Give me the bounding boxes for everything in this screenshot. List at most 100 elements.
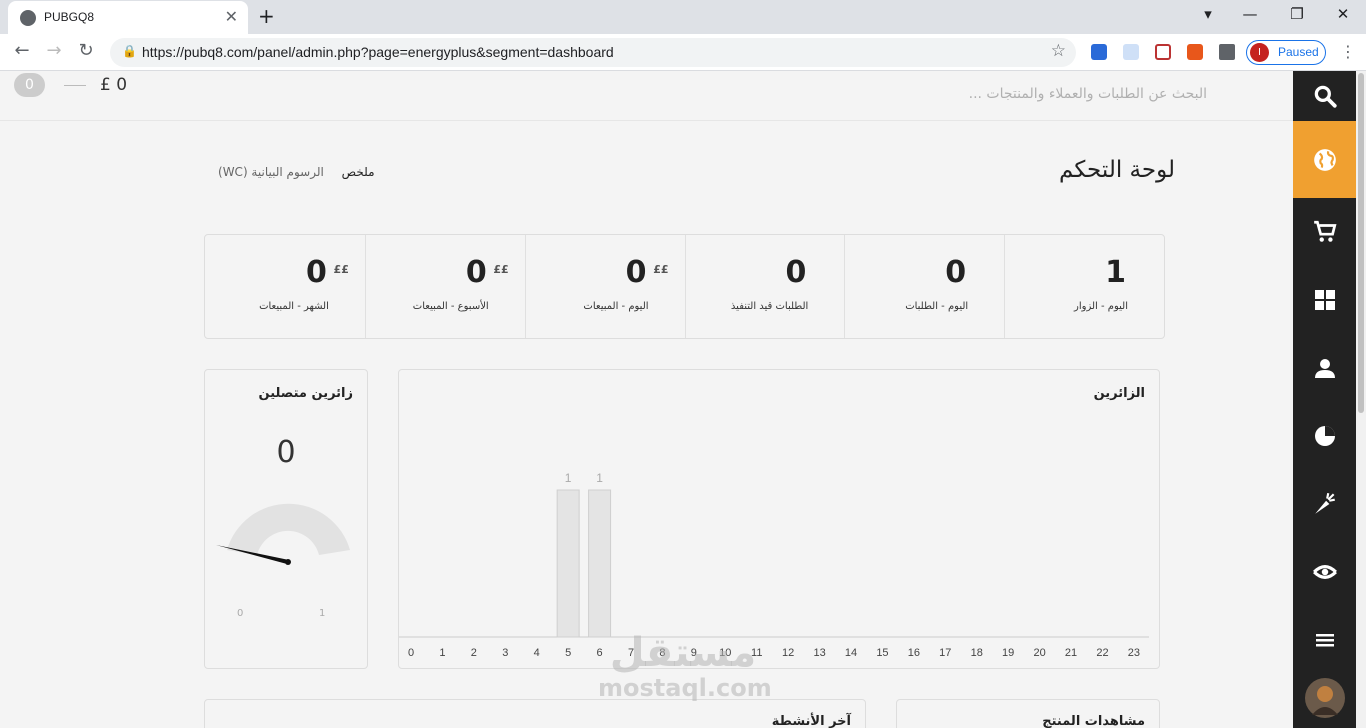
- pie-chart-icon[interactable]: [1293, 402, 1356, 470]
- x-tick-label: 21: [1065, 647, 1077, 659]
- stat-value: 0: [625, 255, 647, 290]
- stat-value: 0: [945, 255, 967, 290]
- x-tick-label: 6: [597, 647, 603, 659]
- search-icon[interactable]: [1293, 71, 1356, 121]
- stat-caption: الشهر - المبيعات: [259, 301, 329, 312]
- card-title: زائرين متصلين: [258, 386, 354, 401]
- grid-icon[interactable]: [1293, 266, 1356, 334]
- forward-icon[interactable]: →: [42, 40, 66, 61]
- x-tick-label: 0: [408, 647, 414, 659]
- url-text[interactable]: https://pubq8.com/panel/admin.php?page=e…: [142, 44, 614, 60]
- x-tick-label: 12: [782, 647, 794, 659]
- search-input[interactable]: البحث عن الطلبات والعملاء والمنتجات ...: [969, 86, 1207, 102]
- stat-visitors-today: 1 اليوم - الزوار: [1004, 235, 1164, 338]
- card-title: مشاهدات المنتج: [1042, 714, 1145, 728]
- stat-caption: الأسبوع - المبيعات: [412, 301, 489, 312]
- profile-avatar: I: [1250, 43, 1269, 62]
- cart-total: £ 0: [100, 75, 128, 95]
- new-tab-button[interactable]: +: [258, 4, 275, 28]
- avatar[interactable]: [1293, 664, 1356, 728]
- bar: [556, 489, 580, 638]
- extension-file-icon[interactable]: [1123, 44, 1139, 60]
- x-tick-label: 15: [876, 647, 888, 659]
- reload-icon[interactable]: ↻: [74, 40, 98, 61]
- extension-docs-icon[interactable]: [1091, 44, 1107, 60]
- x-tick-label: 13: [813, 647, 825, 659]
- minimize-icon[interactable]: —: [1240, 5, 1260, 23]
- stat-value: 0: [305, 255, 327, 290]
- card-title: آخر الأنشطة: [771, 714, 851, 728]
- admin-topbar: 0 £ 0 البحث عن الطلبات والعملاء والمنتجا…: [0, 71, 1293, 121]
- stat-caption: اليوم - الزوار: [1074, 301, 1128, 312]
- stat-sales-month: 0 ££ الشهر - المبيعات: [205, 235, 365, 338]
- watermark-latin: mostaql.com: [598, 674, 772, 702]
- x-tick-label: 16: [908, 647, 920, 659]
- browser-tab[interactable]: PUBGQ8 ✕: [8, 1, 248, 34]
- profile-status: Paused: [1278, 45, 1319, 59]
- page-title: لوحة التحكم: [1059, 157, 1175, 183]
- bookmark-star-icon[interactable]: ☆: [1051, 41, 1066, 61]
- restore-icon[interactable]: ❐: [1287, 5, 1307, 23]
- tab-wc-charts[interactable]: الرسوم البيانية (WC): [218, 165, 324, 179]
- stat-value: 1: [1105, 255, 1126, 290]
- address-bar[interactable]: 🔒 https://pubq8.com/panel/admin.php?page…: [110, 38, 1076, 67]
- profile-button[interactable]: I Paused: [1246, 40, 1326, 65]
- back-icon[interactable]: ←: [10, 40, 34, 61]
- browser-toolbar: ← → ↻ 🔒 https://pubq8.com/panel/admin.ph…: [0, 34, 1366, 71]
- tab-favicon-icon: [20, 10, 36, 26]
- stat-orders-processing: 0 الطلبات قيد التنفيذ: [684, 235, 845, 338]
- stat-currency: ££: [493, 263, 509, 276]
- online-visitors-card: زائرين متصلين 0 0 1: [204, 369, 368, 669]
- recent-activity-card: آخر الأنشطة: [204, 699, 866, 728]
- x-tick-label: 7: [628, 647, 634, 659]
- x-tick-label: 23: [1128, 647, 1140, 659]
- x-tick-label: 20: [1033, 647, 1045, 659]
- stat-caption: اليوم - الطلبات: [905, 301, 969, 312]
- lock-icon: 🔒: [122, 44, 137, 58]
- gauge-min: 0: [237, 608, 244, 619]
- page-content: 0 £ 0 البحث عن الطلبات والعملاء والمنتجا…: [0, 71, 1366, 728]
- tab-close-icon[interactable]: ✕: [225, 7, 238, 26]
- x-tick-label: 1: [439, 647, 445, 659]
- extension-pocket-icon[interactable]: [1155, 44, 1171, 60]
- x-tick-label: 22: [1096, 647, 1108, 659]
- x-tick-label: 14: [845, 647, 857, 659]
- eye-icon[interactable]: [1293, 538, 1356, 606]
- x-tick-label: 2: [471, 647, 477, 659]
- x-tick-label: 17: [939, 647, 951, 659]
- browser-tab-strip: PUBGQ8 ✕ + ▾ — ❐ ✕: [0, 0, 1366, 34]
- bar: [588, 489, 612, 638]
- x-tick-label: 5: [565, 647, 571, 659]
- tab-title: PUBGQ8: [44, 10, 95, 24]
- browser-menu-icon[interactable]: ⋮: [1340, 42, 1356, 61]
- x-tick-label: 4: [534, 647, 540, 659]
- stat-orders-today: 0 اليوم - الطلبات: [844, 235, 1004, 338]
- tab-search-icon[interactable]: ▾: [1198, 5, 1218, 23]
- gauge-dial: [216, 503, 350, 565]
- stat-value: 0: [785, 255, 807, 290]
- stats-panel: 1 اليوم - الزوار 0 اليوم - الطلبات 0 الط…: [204, 234, 1165, 339]
- x-tick-label: 9: [691, 647, 697, 659]
- x-tick-label: 18: [971, 647, 983, 659]
- scrollbar-thumb[interactable]: [1358, 73, 1364, 413]
- cart-icon[interactable]: [1293, 198, 1356, 266]
- user-icon[interactable]: [1293, 334, 1356, 402]
- admin-sidebar: [1293, 71, 1356, 728]
- extension-brave-icon[interactable]: [1187, 44, 1203, 60]
- stat-caption: الطلبات قيد التنفيذ: [730, 301, 809, 312]
- gauge-max: 1: [319, 608, 326, 619]
- tab-summary[interactable]: ملخص: [342, 165, 375, 179]
- dashboard-subnav: ملخص الرسوم البيانية (WC): [218, 165, 375, 179]
- x-tick-label: 10: [719, 647, 731, 659]
- divider: [64, 85, 86, 86]
- extensions-puzzle-icon[interactable]: [1219, 44, 1235, 60]
- bar-value-label: 1: [565, 471, 572, 485]
- page-scrollbar[interactable]: [1356, 71, 1366, 728]
- close-window-icon[interactable]: ✕: [1333, 5, 1353, 23]
- globe-icon[interactable]: [1293, 121, 1356, 198]
- cart-count-badge[interactable]: 0: [14, 73, 45, 97]
- visitors-bar-chart: 0 1 2 3 4 51617 8 9 10 11 12 13 14 15 16 17 18 19 20 21 22 23: [399, 471, 1149, 659]
- stat-caption: اليوم - المبيعات: [583, 301, 649, 312]
- x-tick-label: 11: [751, 647, 762, 659]
- carrot-icon[interactable]: [1293, 470, 1356, 538]
